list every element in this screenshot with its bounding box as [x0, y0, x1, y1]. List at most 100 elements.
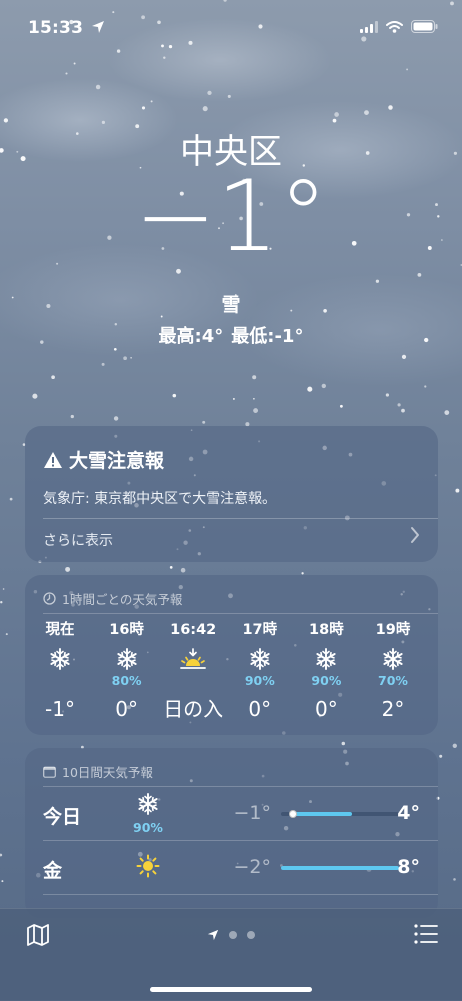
daily-row: 金 −2° 8° [25, 842, 438, 894]
snow-flake [406, 68, 409, 71]
snow-flake [258, 24, 263, 29]
page-indicator[interactable] [0, 929, 462, 941]
status-icons [360, 20, 438, 33]
alert-show-more-link[interactable]: さらに表示 [43, 530, 113, 550]
current-temperature: −1° [134, 160, 328, 274]
snow-flake [253, 408, 259, 414]
list-icon[interactable] [414, 923, 438, 945]
snow-flake [227, 94, 231, 98]
hourly-forecast-card[interactable]: 1時間ごとの天気予報 現在 -1° 16時 80% 0° 16:42 日の入 1… [25, 575, 438, 735]
snow-flake [307, 386, 313, 392]
cellular-signal-icon [360, 20, 378, 33]
snow-flake [161, 44, 164, 48]
hourly-icon-wrap [158, 645, 228, 673]
snow-flake [332, 118, 337, 123]
high-low: 最高:4° 最低:-1° [0, 322, 462, 348]
hourly-icon-wrap [225, 645, 295, 673]
bottom-toolbar [0, 908, 462, 1001]
condition-label: 雪 [221, 294, 241, 316]
snow-flake [385, 393, 390, 397]
snow-flake [0, 853, 3, 857]
daily-row-divider [43, 840, 438, 841]
snow-flake [73, 62, 76, 65]
snow-flake [232, 397, 235, 400]
status-time: 15:33 [28, 18, 105, 38]
hourly-time: 16時 [109, 622, 144, 638]
snow-flake [453, 878, 456, 881]
daily-high: 4° [397, 802, 420, 824]
snow-flake [172, 393, 177, 398]
snowflake-icon [50, 648, 70, 670]
hourly-temp: 2° [381, 697, 405, 721]
snow-flake [452, 743, 457, 748]
daily-icon-wrap: 90% [125, 792, 171, 835]
snow-flake [223, 0, 227, 2]
low-temp: 最低:-1° [231, 326, 304, 347]
snow-flake [5, 633, 8, 636]
hourly-time: 19時 [375, 622, 411, 638]
hourly-temp: 0° [115, 697, 138, 721]
snow-flake [252, 375, 257, 380]
page-dot[interactable] [247, 931, 255, 939]
hourly-time: 17時 [242, 622, 278, 638]
hourly-header: 1時間ごとの天気予報 [43, 589, 182, 608]
alert-body: 気象庁: 東京都中央区で大雪注意報。 [43, 491, 277, 507]
snow-flake [1, 880, 4, 883]
current-temp-dot [288, 810, 297, 818]
hourly-item: 現在 -1° [25, 619, 95, 723]
temp-range-fill [281, 866, 399, 870]
snow-flake [101, 362, 105, 366]
hourly-temp: 0° [315, 697, 338, 721]
hourly-precip [158, 673, 228, 689]
snow-flake [65, 72, 68, 75]
daily-row: 今日 90% −1° 4° [25, 788, 438, 840]
snow-flake [253, 397, 255, 400]
hourly-precip: 80% [111, 673, 142, 688]
snow-flake [163, 56, 166, 59]
sun-icon [136, 854, 160, 878]
snow-flake [141, 106, 146, 110]
hourly-item: 19時 70% 2° [358, 619, 428, 723]
weather-alert-card[interactable]: 大雪注意報 気象庁: 東京都中央区で大雪注意報。 さらに表示 [25, 426, 438, 562]
snow-flake [188, 40, 193, 45]
snow-flake [32, 393, 38, 399]
wifi-icon [386, 20, 403, 33]
snow-flake [334, 112, 339, 117]
snow-flake [150, 100, 153, 103]
snow-flake [401, 354, 407, 360]
hourly-item: 18時 90% 0° [291, 619, 361, 723]
daily-day: 金 [43, 860, 63, 882]
snow-flake [70, 414, 74, 419]
daily-divider [43, 786, 438, 787]
alert-divider [43, 518, 438, 519]
page-dot[interactable] [229, 931, 237, 939]
sunset-icon [180, 648, 207, 669]
snowflake-icon [138, 793, 158, 815]
snow-flake [65, 566, 71, 572]
temp-range-bar [281, 866, 399, 870]
snow-flake [202, 106, 208, 112]
snow-flake [424, 385, 427, 388]
hourly-icon-wrap [358, 645, 428, 673]
snow-flake [388, 105, 393, 110]
daily-low: −1° [233, 802, 271, 824]
snow-flake [0, 601, 3, 604]
daily-high: 8° [397, 856, 420, 878]
chevron-right-icon[interactable] [410, 526, 420, 544]
snow-flake [417, 273, 422, 277]
hourly-icon-wrap [92, 645, 162, 673]
snowflake-icon [250, 648, 270, 670]
hourly-time: 16:42 [170, 622, 217, 638]
daily-forecast-card[interactable]: 10日間天気予報 今日 90% −1° 4° 金 −2° 8° [25, 748, 438, 918]
snow-flake [157, 20, 161, 25]
snow-flake [9, 497, 13, 501]
status-time-text: 15:33 [28, 18, 84, 38]
snow-flake [141, 15, 146, 20]
snow-flake [455, 488, 460, 493]
snow-flake [113, 416, 119, 421]
location-arrow-icon[interactable] [207, 929, 219, 941]
snow-flake [321, 383, 326, 389]
snow-flake [51, 375, 55, 380]
hourly-temp: -1° [45, 697, 75, 721]
snow-flake [339, 404, 343, 408]
